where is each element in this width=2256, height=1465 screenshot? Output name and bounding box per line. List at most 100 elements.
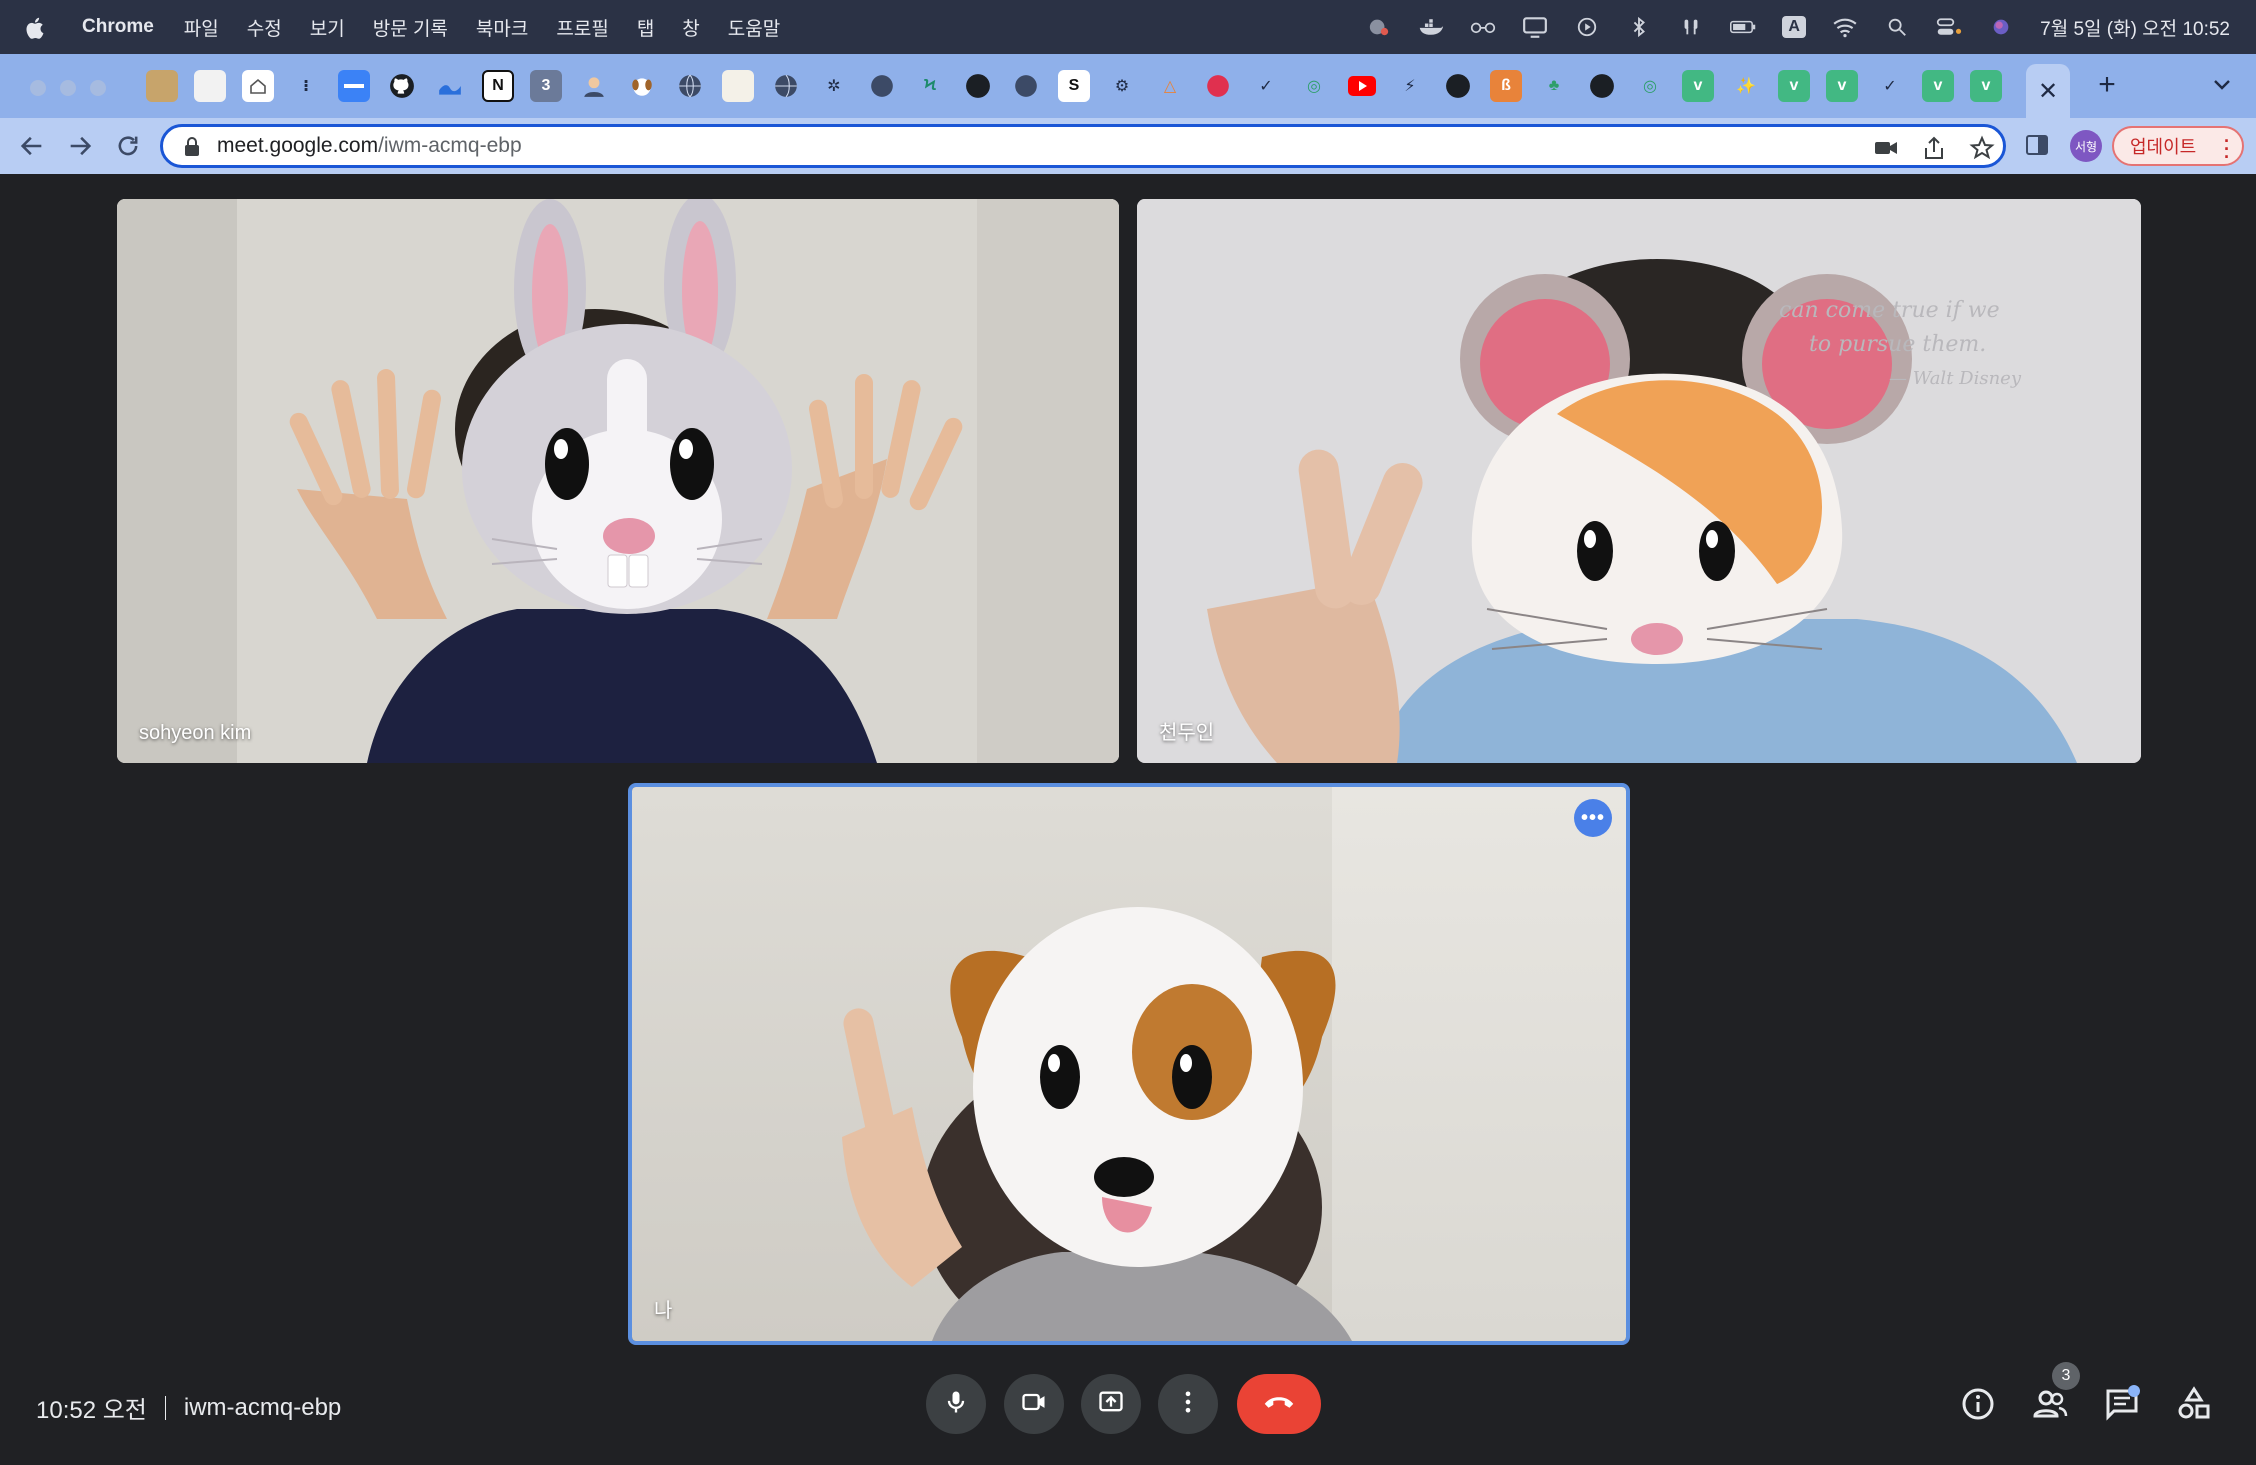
pinned-tab-v-icon-2[interactable]: v bbox=[1778, 70, 1810, 102]
pinned-tab-youtube-icon[interactable] bbox=[1346, 70, 1378, 102]
pinned-tab-check-icon[interactable]: ✓ bbox=[1250, 70, 1282, 102]
status-extension-icon[interactable] bbox=[1366, 16, 1392, 38]
pinned-tab-note-icon[interactable] bbox=[722, 70, 754, 102]
profile-avatar[interactable]: 서형 bbox=[2070, 130, 2102, 162]
url-text[interactable]: meet.google.com/iwm-acmq-ebp bbox=[217, 134, 522, 158]
pinned-tab-three-icon[interactable]: 3 bbox=[530, 70, 562, 102]
pinned-tab-github-icon[interactable] bbox=[386, 70, 418, 102]
tab-search-chevron-icon[interactable] bbox=[2210, 72, 2234, 96]
pinned-tab-globe-icon[interactable] bbox=[674, 70, 706, 102]
pinned-tab-check-icon-2[interactable]: ✓ bbox=[1874, 70, 1906, 102]
input-source-icon[interactable]: A bbox=[1782, 16, 1807, 38]
participant-tile-self[interactable]: ••• 나 bbox=[628, 783, 1630, 1345]
pinned-tab-green-circle-icon[interactable]: ◎ bbox=[1298, 70, 1330, 102]
wall-quote-line-2: to pursue them. bbox=[1809, 332, 1987, 357]
menu-file[interactable]: 파일 bbox=[184, 14, 219, 41]
update-button[interactable]: 업데이트 · · · bbox=[2112, 126, 2244, 166]
tile-more-options-icon[interactable]: ••• bbox=[1574, 799, 1612, 837]
share-icon[interactable] bbox=[1921, 135, 1947, 161]
back-arrow-icon[interactable] bbox=[18, 132, 46, 160]
info-icon[interactable] bbox=[1960, 1386, 1996, 1422]
forward-arrow-icon[interactable] bbox=[66, 132, 94, 160]
wifi-icon[interactable] bbox=[1832, 16, 1858, 38]
leave-call-button[interactable] bbox=[1237, 1374, 1321, 1434]
menu-window[interactable]: 창 bbox=[682, 14, 699, 41]
docker-icon[interactable] bbox=[1418, 16, 1444, 38]
more-options-button[interactable] bbox=[1158, 1374, 1218, 1434]
pinned-tab-s-icon[interactable]: S bbox=[1058, 70, 1090, 102]
pinned-tab-sparkle-icon[interactable]: ✨ bbox=[1730, 70, 1762, 102]
activities-icon[interactable] bbox=[2176, 1386, 2212, 1422]
menu-profiles[interactable]: 프로필 bbox=[556, 14, 608, 41]
new-tab-button[interactable]: + bbox=[2092, 70, 2122, 100]
pinned-tab-notion-icon[interactable]: N bbox=[482, 70, 514, 102]
pinned-tab-green-circle-icon-2[interactable]: ◎ bbox=[1634, 70, 1666, 102]
menu-history[interactable]: 방문 기록 bbox=[373, 14, 448, 41]
pinned-tab-globe-icon-2[interactable] bbox=[770, 70, 802, 102]
pinned-tab-v-icon[interactable]: v bbox=[1682, 70, 1714, 102]
pinned-tab-avatar-icon[interactable] bbox=[578, 70, 610, 102]
pinned-tab-bar-icon[interactable] bbox=[338, 70, 370, 102]
camera-in-use-icon[interactable] bbox=[1873, 135, 1899, 161]
pinned-tab-globe-icon-4[interactable] bbox=[1010, 70, 1042, 102]
menu-app-name[interactable]: Chrome bbox=[82, 16, 154, 38]
close-icon[interactable]: ✕ bbox=[2038, 77, 2058, 106]
menu-view[interactable]: 보기 bbox=[310, 14, 345, 41]
pinned-tab-b-icon[interactable]: ß bbox=[1490, 70, 1522, 102]
window-zoom-button[interactable] bbox=[90, 80, 106, 96]
kebab-menu-icon[interactable]: · · · bbox=[2224, 132, 2230, 166]
spotlight-search-icon[interactable] bbox=[1884, 16, 1910, 38]
participant-tile-sohyeon-kim[interactable]: sohyeon kim bbox=[117, 199, 1119, 763]
menu-edit[interactable]: 수정 bbox=[247, 14, 282, 41]
pinned-tab-dog-icon[interactable] bbox=[626, 70, 658, 102]
address-bar[interactable]: meet.google.com/iwm-acmq-ebp bbox=[160, 124, 2006, 168]
present-screen-button[interactable] bbox=[1081, 1374, 1141, 1434]
menu-help[interactable]: 도움말 bbox=[728, 14, 780, 41]
chat-notification-dot bbox=[2128, 1385, 2140, 1397]
lock-icon[interactable] bbox=[183, 136, 201, 156]
menu-tab[interactable]: 탭 bbox=[637, 14, 654, 41]
pinned-tab-wave-icon[interactable] bbox=[434, 70, 466, 102]
camera-button[interactable] bbox=[1004, 1374, 1064, 1434]
pinned-tab-triangle-icon[interactable]: △ bbox=[1154, 70, 1186, 102]
pinned-tab-github-icon-4[interactable] bbox=[1586, 70, 1618, 102]
media-play-icon[interactable] bbox=[1574, 16, 1600, 38]
bookmark-star-icon[interactable] bbox=[1969, 135, 1995, 161]
pinned-tab-v-icon-3[interactable]: v bbox=[1826, 70, 1858, 102]
menubar-clock[interactable]: 7월 5일 (화) 오전 10:52 bbox=[2040, 14, 2230, 41]
pinned-tab-home-icon[interactable] bbox=[242, 70, 274, 102]
pinned-tab-v-icon-4[interactable]: v bbox=[1922, 70, 1954, 102]
menu-bookmarks[interactable]: 북마크 bbox=[476, 14, 528, 41]
pinned-tab-github-icon-3[interactable] bbox=[1442, 70, 1474, 102]
reload-icon[interactable] bbox=[114, 132, 142, 160]
display-icon[interactable] bbox=[1522, 16, 1548, 38]
pinned-tab-code-icon[interactable]: Ϟ bbox=[914, 70, 946, 102]
pinned-tab-github-icon-2[interactable] bbox=[962, 70, 994, 102]
pinned-tab-plant-icon[interactable]: ♣ bbox=[1538, 70, 1570, 102]
pinned-tab-gear-icon[interactable]: ✲ bbox=[818, 70, 850, 102]
pinned-tab-robot-icon[interactable]: ⚙ bbox=[1106, 70, 1138, 102]
wall-quote-signature: — Walt Disney bbox=[1889, 368, 2021, 389]
pinned-tab-bolt-icon[interactable]: ⚡ bbox=[1394, 70, 1426, 102]
battery-icon[interactable] bbox=[1730, 16, 1756, 38]
pinned-tab-document-icon[interactable] bbox=[194, 70, 226, 102]
pinned-tab-bookmark-icon[interactable] bbox=[146, 70, 178, 102]
reading-glasses-icon[interactable] bbox=[1470, 16, 1496, 38]
people-icon[interactable] bbox=[2032, 1386, 2068, 1422]
participant-tile-cheon-duin[interactable]: can come true if we to pursue them. — Wa… bbox=[1137, 199, 2141, 763]
microphone-button[interactable] bbox=[926, 1374, 986, 1434]
side-panel-icon[interactable] bbox=[2024, 132, 2050, 158]
pinned-tab-ball-icon[interactable] bbox=[1202, 70, 1234, 102]
pinned-tab-globe-icon-3[interactable] bbox=[866, 70, 898, 102]
bluetooth-icon[interactable] bbox=[1626, 16, 1652, 38]
window-minimize-button[interactable] bbox=[60, 80, 76, 96]
siri-icon[interactable] bbox=[1988, 16, 2014, 38]
pinned-tab-v-icon-5[interactable]: v bbox=[1970, 70, 2002, 102]
pinned-tab-dots-icon[interactable]: ⁝ bbox=[290, 70, 322, 102]
apple-logo-icon[interactable] bbox=[24, 14, 48, 40]
airpods-icon[interactable] bbox=[1678, 16, 1704, 38]
meeting-details: 10:52 오전 iwm-acmq-ebp bbox=[36, 1390, 341, 1425]
active-tab[interactable]: ✕ bbox=[2026, 64, 2070, 118]
control-center-icon[interactable] bbox=[1936, 16, 1962, 38]
window-close-button[interactable] bbox=[30, 80, 46, 96]
